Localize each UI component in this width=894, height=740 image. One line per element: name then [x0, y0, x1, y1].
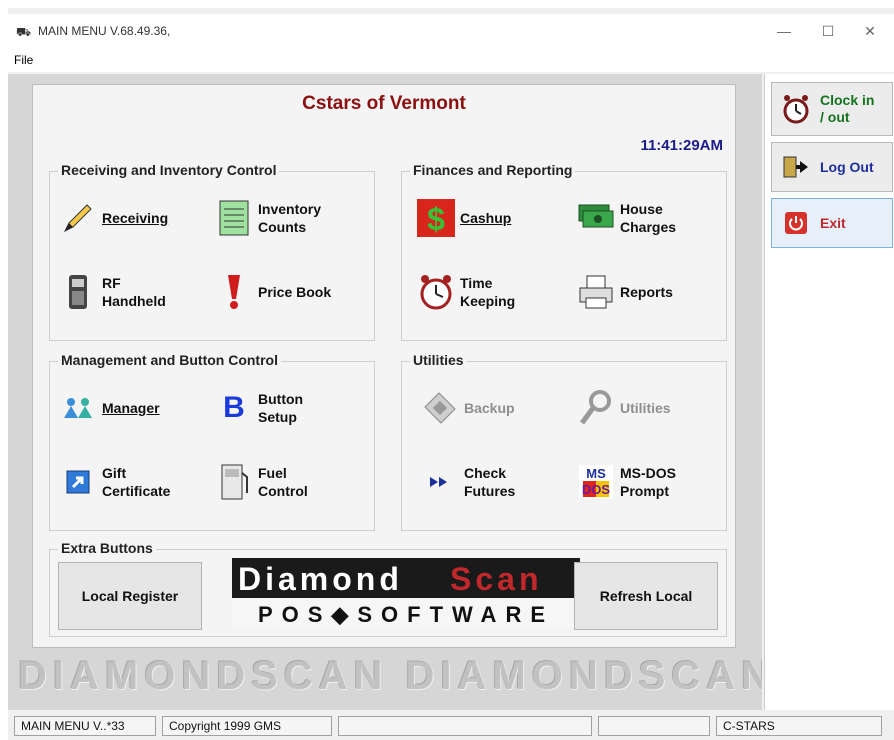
reports-button[interactable]: Reports [576, 272, 673, 312]
status-copyright: Copyright 1999 GMS [162, 716, 332, 736]
svg-text:$: $ [427, 201, 445, 237]
store-name: Cstars of Vermont [302, 93, 466, 114]
price-book-button[interactable]: Price Book [214, 272, 331, 312]
pencil-icon [58, 198, 98, 238]
status-field-4 [598, 716, 710, 736]
maximize-button[interactable]: ☐ [808, 18, 848, 44]
window-title: MAIN MENU V.68.49.36, [38, 24, 171, 38]
app-icon: ⛟ [16, 25, 32, 39]
door-exit-icon [778, 149, 814, 185]
exclamation-icon [214, 272, 254, 312]
diamond-scan-logo: Diamond Scan POS◆SOFTWARE [232, 558, 580, 628]
close-button[interactable]: ✕ [850, 18, 890, 44]
status-store: C-STARS [716, 716, 882, 736]
alarm-clock-icon [778, 91, 814, 127]
clock: 11:41:29AM [640, 137, 723, 154]
dollar-icon: $ [416, 198, 456, 238]
local-register-button[interactable]: Local Register [58, 562, 202, 630]
inventory-counts-button[interactable]: Inventory Counts [214, 198, 321, 238]
title-bar: ⛟ MAIN MENU V.68.49.36, — ☐ ✕ [8, 14, 894, 48]
status-bar: MAIN MENU V..*33 Copyright 1999 GMS C-ST… [8, 710, 894, 740]
msdos-prompt-button[interactable]: MS DOS MS-DOS Prompt [576, 462, 676, 502]
main-panel: Cstars of Vermont 11:41:29AM Receiving a… [32, 84, 736, 648]
status-field-3 [338, 716, 592, 736]
main-area: DIAMONDSCAN DIAMONDSCAN DI Cstars of Ver… [8, 74, 762, 710]
time-keeping-button[interactable]: Time Keeping [416, 272, 515, 312]
utilities-button[interactable]: Utilities [576, 388, 671, 428]
refresh-local-button[interactable]: Refresh Local [574, 562, 718, 630]
group-title: Utilities [410, 352, 467, 368]
receiving-group: Receiving and Inventory Control Receivin… [49, 162, 375, 341]
group-title: Extra Buttons [58, 540, 156, 556]
fuel-control-button[interactable]: Fuel Control [214, 462, 308, 502]
gift-certificate-button[interactable]: Gift Certificate [58, 462, 170, 502]
wrench-icon [576, 388, 616, 428]
svg-text:DOS: DOS [582, 482, 611, 497]
button-setup-button[interactable]: B Button Setup [214, 388, 303, 428]
printer-icon [576, 272, 616, 312]
group-title: Management and Button Control [58, 352, 281, 368]
people-icon [58, 388, 98, 428]
logo-word-1: Diamond [238, 561, 403, 597]
group-title: Receiving and Inventory Control [58, 162, 280, 178]
alarm-clock-icon [416, 272, 456, 312]
logo-word-2: Scan [450, 561, 542, 597]
right-sidebar: Clock in / out Log Out Exit [764, 74, 894, 710]
exit-button[interactable]: Exit [771, 198, 893, 248]
power-icon [778, 205, 814, 241]
money-icon [576, 198, 616, 238]
inventory-list-icon [214, 198, 254, 238]
menu-bar: File [8, 48, 894, 72]
finances-group: Finances and Reporting $ Cashup House Ch… [401, 162, 727, 341]
manager-button[interactable]: Manager [58, 388, 160, 428]
shortcut-arrow-icon [58, 462, 98, 502]
utilities-group: Utilities Backup Utilities Check Futures [401, 352, 727, 531]
fuel-pump-icon [214, 462, 254, 502]
svg-text:MS: MS [586, 466, 606, 481]
backup-button[interactable]: Backup [420, 388, 515, 428]
minimize-button[interactable]: — [764, 18, 804, 44]
group-title: Finances and Reporting [410, 162, 576, 178]
msdos-icon: MS DOS [576, 462, 616, 502]
receiving-button[interactable]: Receiving [58, 198, 168, 238]
letter-b-icon: B [223, 391, 245, 424]
log-out-button[interactable]: Log Out [771, 142, 893, 192]
check-futures-button[interactable]: Check Futures [420, 462, 515, 502]
fast-forward-icon [420, 462, 460, 502]
floppy-icon [420, 388, 460, 428]
menu-file[interactable]: File [14, 53, 33, 67]
cashup-button[interactable]: $ Cashup [416, 198, 511, 238]
logo-tagline: POS◆SOFTWARE [258, 602, 554, 627]
watermark: DIAMONDSCAN DIAMONDSCAN DI [18, 654, 762, 698]
handheld-scanner-icon [58, 272, 98, 312]
extra-buttons-group: Extra Buttons Local Register Diamond Sca… [49, 540, 727, 637]
status-version: MAIN MENU V..*33 [14, 716, 156, 736]
rf-handheld-button[interactable]: RF Handheld [58, 272, 166, 312]
house-charges-button[interactable]: House Charges [576, 198, 676, 238]
clock-in-out-button[interactable]: Clock in / out [771, 82, 893, 136]
management-group: Management and Button Control Manager B … [49, 352, 375, 531]
